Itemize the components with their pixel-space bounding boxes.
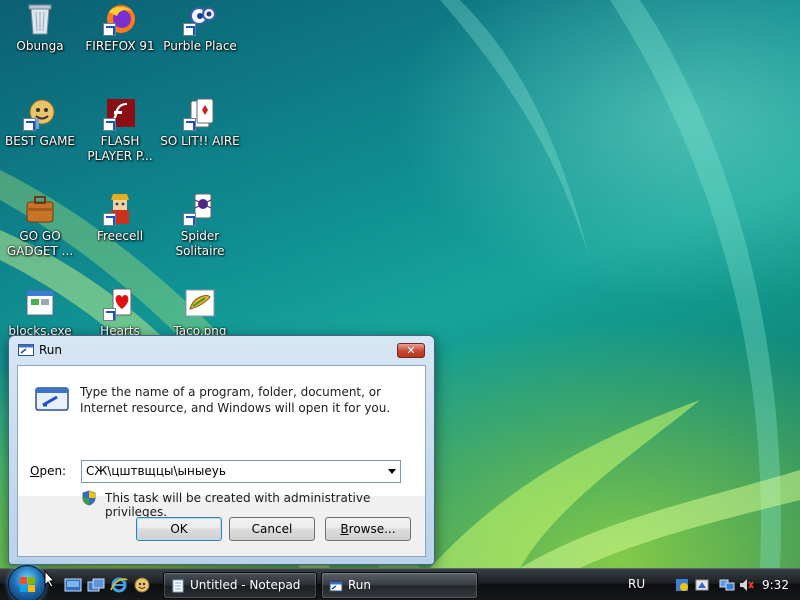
briefcase-icon (23, 192, 57, 226)
browse-label: rowse... (348, 522, 396, 536)
purble-place-icon (183, 2, 217, 36)
desktop-icon-flash-player[interactable]: FLASH PLAYER P... (80, 97, 160, 164)
open-combobox[interactable]: СЖ\цштвщцы\ыныеуь (81, 460, 401, 483)
internet-explorer-icon[interactable] (110, 577, 128, 593)
run-program-icon (35, 387, 69, 411)
shortcut-arrow-icon (103, 23, 116, 36)
freecell-icon (103, 192, 137, 226)
network-icon[interactable] (719, 577, 735, 593)
game-icon (23, 97, 57, 131)
shortcut-arrow-icon (103, 213, 116, 226)
close-button[interactable]: ✕ (397, 343, 425, 358)
notepad-icon (172, 579, 184, 593)
desktop-icon-label: Freecell (96, 229, 144, 243)
taskbar-button-label: Untitled - Notepad (190, 578, 301, 592)
desktop-icon-label: FIREFOX 91 (85, 39, 155, 53)
spider-solitaire-icon (183, 192, 217, 226)
desktop-icon-hearts[interactable]: Hearts (80, 287, 160, 339)
taskbar-button-notepad[interactable]: Untitled - Notepad (163, 572, 317, 599)
open-label: Open: (30, 464, 66, 478)
desktop-icon-label: Spider Solitaire (175, 229, 225, 258)
dropdown-arrow-icon[interactable] (388, 469, 396, 474)
uac-shield-icon (82, 490, 96, 506)
desktop-icon-solitaire[interactable]: SO LIT!! AIRE (160, 97, 240, 149)
solitaire-icon (183, 97, 217, 131)
windows-logo-icon (20, 577, 35, 592)
tray-icon-1[interactable] (674, 577, 690, 593)
desktop-icon-label: Purble Place (163, 39, 237, 53)
recycle-bin-icon (23, 2, 57, 36)
desktop-icon-purble-place[interactable]: Purble Place (160, 2, 240, 54)
desktop-icon-label: GO GO GADGET ... (6, 229, 74, 258)
shortcut-arrow-icon (23, 118, 36, 131)
shortcut-arrow-icon (183, 23, 196, 36)
desktop-icon-go-go-gadget[interactable]: GO GO GADGET ... (0, 192, 80, 259)
firefox-icon (103, 2, 137, 36)
hearts-icon (103, 287, 137, 321)
tray-icon-2[interactable] (694, 577, 710, 593)
browse-button[interactable]: Browse... (325, 517, 411, 541)
exe-icon (23, 287, 57, 321)
shortcut-arrow-icon (183, 213, 196, 226)
open-input[interactable]: СЖ\цштвщцы\ыныеуь (86, 464, 226, 478)
desktop-icon-spider-solitaire[interactable]: Spider Solitaire (160, 192, 240, 259)
run-icon (329, 581, 343, 592)
desktop-icon-label: BEST GAME (4, 134, 76, 148)
mouse-cursor-icon (44, 570, 56, 588)
desktop-icon-best-game[interactable]: BEST GAME (0, 97, 80, 149)
desktop-icon-freecell[interactable]: Freecell (80, 192, 160, 244)
desktop-icon-label: SO LIT!! AIRE (160, 134, 240, 148)
volume-muted-icon[interactable] (738, 577, 754, 593)
desktop-icon-label: FLASH PLAYER P... (87, 134, 153, 163)
desktop-icon-firefox[interactable]: FIREFOX 91 (80, 2, 160, 54)
run-dialog[interactable]: Run ✕ Type the name of a program, folder… (8, 335, 435, 565)
desktop-icon-taco[interactable]: Taco.png (160, 287, 240, 339)
clock[interactable]: 9:32 (762, 578, 789, 592)
taskbar-button-label: Run (348, 578, 372, 592)
quick-launch-game-icon[interactable] (133, 577, 151, 593)
run-dialog-body: Type the name of a program, folder, docu… (17, 365, 426, 557)
open-label-text: pen: (39, 464, 67, 478)
run-titlebar[interactable]: Run ✕ (9, 336, 434, 364)
desktop-icon-label: Obunga (16, 39, 64, 53)
cancel-button[interactable]: Cancel (229, 517, 315, 541)
show-desktop-icon[interactable] (64, 577, 82, 593)
flash-player-icon (103, 97, 137, 131)
ok-button[interactable]: OK (136, 517, 222, 541)
shortcut-arrow-icon (103, 308, 116, 321)
desktop-icon-obunga[interactable]: Obunga (0, 2, 80, 54)
desktop-icon-blocks[interactable]: blocks.exe (0, 287, 80, 339)
browse-mnemonic: B (340, 522, 349, 536)
switch-windows-icon[interactable] (87, 577, 105, 593)
window-title: Run (39, 343, 63, 357)
taskbar-button-run[interactable]: Run (321, 572, 478, 599)
start-button[interactable] (8, 565, 46, 600)
admin-privileges-note: This task will be created with administr… (105, 491, 371, 519)
shortcut-arrow-icon (103, 118, 116, 131)
shortcut-arrow-icon (183, 118, 196, 131)
language-indicator[interactable]: RU (628, 577, 645, 591)
taskbar: Untitled - Notepad Run RU 9:32 (0, 565, 800, 600)
run-description: Type the name of a program, folder, docu… (80, 385, 391, 415)
image-file-icon (183, 287, 217, 321)
run-icon (18, 344, 34, 356)
